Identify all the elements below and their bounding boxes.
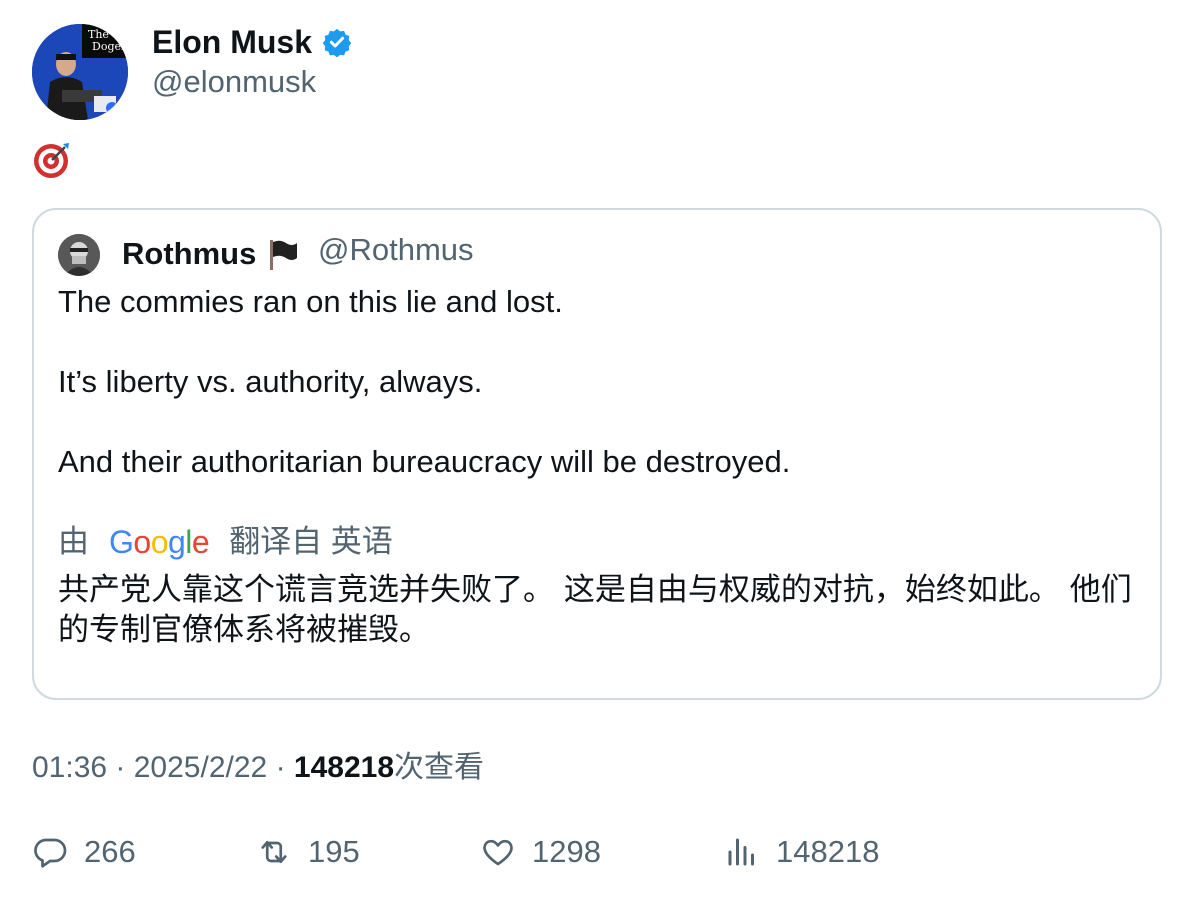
retweet-count: 195 <box>308 834 360 869</box>
quoted-text-line-2: It’s liberty vs. authority, always. <box>58 364 483 399</box>
quoted-author-name-text: Rothmus <box>122 236 257 271</box>
direct-hit-emoji <box>34 143 69 178</box>
black-flag-emoji <box>270 240 298 270</box>
tweet-actions: 266 195 1298 148218 <box>32 834 1132 878</box>
timestamp-time[interactable]: 01:36 <box>32 751 107 784</box>
google-logo-letter: l <box>185 524 192 560</box>
like-count: 1298 <box>532 834 601 869</box>
reply-count: 266 <box>84 834 136 869</box>
author-avatar[interactable]: The Dogefa <box>32 24 128 120</box>
google-logo: Google <box>109 520 210 564</box>
reply-icon <box>34 838 67 868</box>
retweet-button[interactable]: 195 <box>256 834 360 870</box>
google-logo-letter: o <box>133 524 151 560</box>
svg-text:Dogefa: Dogefa <box>92 40 128 53</box>
meta-separator: · <box>115 751 134 784</box>
quoted-text-line-1: The commies ran on this lie and lost. <box>58 284 563 319</box>
views-button[interactable]: 148218 <box>724 834 879 870</box>
quoted-author-handle[interactable]: @Rothmus <box>318 230 474 270</box>
quoted-author-avatar[interactable] <box>58 234 100 276</box>
verified-badge-icon <box>322 28 352 57</box>
author-name[interactable]: Elon Musk <box>152 22 352 62</box>
author-name-text: Elon Musk <box>152 24 313 60</box>
author-handle[interactable]: @elonmusk <box>152 62 316 102</box>
quoted-author-name[interactable]: Rothmus <box>122 234 300 274</box>
like-button[interactable]: 1298 <box>480 834 601 870</box>
views-icon <box>728 838 754 866</box>
translation-attribution: 由 Google 翻译自 英语 <box>58 520 393 564</box>
translate-suffix: 翻译自 英语 <box>229 524 393 559</box>
google-logo-letter: G <box>109 524 134 560</box>
reply-button[interactable]: 266 <box>32 834 136 870</box>
like-icon <box>483 839 513 866</box>
google-logo-letter: o <box>150 524 169 560</box>
quoted-avatar-image <box>58 234 100 276</box>
meta-separator: · <box>275 751 294 784</box>
author-avatar-image: The Dogefa <box>32 24 128 120</box>
retweet-icon <box>261 840 287 864</box>
translated-text: 共产党人靠这个谎言竞选并失败了。 这是自由与权威的对抗，始终如此。 他们的专制官… <box>58 572 1132 648</box>
quoted-text-line-3: And their authoritarian bureaucracy will… <box>58 444 791 479</box>
google-logo-letter: e <box>191 524 210 560</box>
view-label: 次查看 <box>394 751 484 784</box>
quoted-tweet-card[interactable]: Rothmus @Rothmus The commies ran on this… <box>32 208 1162 700</box>
translate-prefix: 由 <box>58 524 89 559</box>
views-count: 148218 <box>776 834 880 869</box>
timestamp-date[interactable]: 2025/2/22 <box>134 751 267 784</box>
view-count: 148218 <box>293 751 394 784</box>
google-logo-letter: g <box>167 524 186 560</box>
tweet-meta: 01:36 · 2025/2/22 · 148218次查看 <box>32 748 484 788</box>
